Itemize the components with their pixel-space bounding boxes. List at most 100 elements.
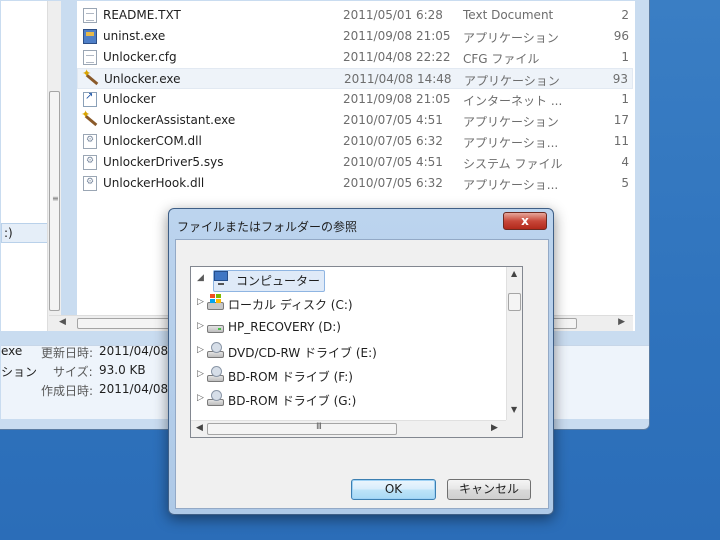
tree-node[interactable]: ▷ DVD/CD-RW ドライブ (E:) [197,341,497,363]
optical-drive-icon [207,342,224,358]
file-row[interactable]: Unlocker.cfg 2011/04/08 22:22 CFG ファイル 1 [77,47,633,68]
scroll-left-arrow-icon[interactable]: ◀ [59,317,66,327]
scroll-corner [506,420,522,437]
file-row[interactable]: uninst.exe 2011/09/08 21:05 アプリケーション 96 [77,26,633,47]
tree-node[interactable]: ▷ BD-ROM ドライブ (F:) [197,365,497,387]
file-type: システム ファイル [463,157,563,171]
file-type: CFG ファイル [463,52,540,66]
file-type: アプリケーショ... [463,178,559,192]
file-size: 5 [621,176,629,190]
size-value: 93.0 KB [99,363,146,377]
file-size: 93 [612,72,628,86]
file-date: 2010/07/05 6:32 [343,176,443,190]
tree-node-label: BD-ROM ドライブ (G:) [228,394,357,408]
shortcut-icon [83,91,97,107]
file-type: Text Document [463,8,554,22]
file-date: 2011/09/08 21:05 [343,92,451,106]
file-name: Unlocker [103,92,156,106]
file-name: Unlocker.exe [104,72,181,86]
created-value: 2011/04/08 [99,382,169,396]
file-row[interactable]: UnlockerHook.dll 2010/07/05 6:32 アプリケーショ..… [77,173,633,194]
tree-node[interactable]: ▷ HP_RECOVERY (D:) [197,317,497,339]
file-row[interactable]: UnlockerAssistant.exe 2010/07/05 4:51 アプリケ… [77,108,633,131]
collapsed-arrow-icon[interactable]: ▷ [197,369,204,379]
file-name: Unlocker.cfg [103,50,177,64]
close-button[interactable]: x [503,212,547,230]
file-name: UnlockerHook.dll [103,176,205,190]
tree-hscrollbar[interactable]: ◀ III ▶ [191,420,522,437]
dll-file-icon [83,176,97,191]
modified-value: 2011/04/08 [99,344,169,358]
file-size: 96 [613,29,629,43]
scroll-grip-icon: ≡ [52,194,59,203]
file-date: 2010/07/05 4:51 [343,155,443,169]
scroll-grip-icon: III [316,422,322,432]
file-size: 17 [613,113,629,127]
file-type: アプリケーション [463,115,559,129]
magic-wand-icon [82,67,98,87]
tree-node-label: HP_RECOVERY (D:) [228,320,341,334]
scroll-up-arrow-icon[interactable]: ▲ [511,269,517,278]
collapsed-arrow-icon[interactable]: ▷ [197,321,204,331]
file-name: UnlockerCOM.dll [103,134,202,148]
nav-scrollbar[interactable]: ≡ ▼ [47,1,61,331]
text-file-icon [83,8,97,23]
file-type: アプリケーション [464,74,560,88]
file-date: 2011/04/08 22:22 [343,50,451,64]
tree-node-label: ローカル ディスク (C:) [228,298,353,312]
windows-drive-icon [207,294,224,310]
collapsed-arrow-icon[interactable]: ▷ [197,393,204,403]
tree-hscroll-thumb[interactable]: III [207,422,397,435]
folder-tree[interactable]: ◢ コンピューター ▷ ローカル ディスク (C:) ▷ HP_RECOVERY (D:)… [190,266,523,438]
file-row[interactable]: UnlockerDriver5.sys 2010/07/05 4:51 システム フ… [77,152,633,173]
collapsed-arrow-icon[interactable]: ▷ [197,297,204,307]
file-row[interactable]: Unlocker 2011/09/08 21:05 インターネット ... 1 [77,89,633,110]
file-size: 11 [613,134,629,148]
config-file-icon [83,50,97,65]
scroll-left-arrow-icon[interactable]: ◀ [196,423,203,433]
magic-wand-icon [81,108,97,128]
file-date: 2011/05/01 6:28 [343,8,443,22]
file-size: 1 [621,92,629,106]
tree-vscroll-thumb[interactable] [508,293,521,311]
tree-node-label: DVD/CD-RW ドライブ (E:) [228,346,377,360]
collapsed-arrow-icon[interactable]: ▷ [197,345,204,355]
tree-node[interactable]: ▷ BD-ROM ドライブ (G:) [197,389,497,411]
modified-label: 更新日時: [41,346,94,360]
dialog-title: ファイルまたはフォルダーの参照 [177,220,358,234]
file-size: 2 [621,8,629,22]
file-date: 2011/09/08 21:05 [343,29,451,43]
details-name: exe [1,344,23,358]
hard-drive-icon [207,325,224,333]
browse-folder-dialog: ファイルまたはフォルダーの参照 x ◢ コンピューター ▷ ローカル ディスク (C:… [168,208,554,515]
tree-node-label: コンピューター [213,270,326,292]
scroll-down-arrow-icon[interactable]: ▼ [511,405,517,414]
file-type: インターネット ... [463,94,563,108]
file-name: UnlockerDriver5.sys [103,155,224,169]
file-name: uninst.exe [103,29,166,43]
file-row[interactable]: Unlocker.exe 2011/04/08 14:48 アプリケーション 93 [77,67,633,89]
tree-node[interactable]: ▷ ローカル ディスク (C:) [197,293,497,315]
tree-node[interactable]: ◢ コンピューター [197,269,497,292]
expanded-arrow-icon[interactable]: ◢ [197,273,204,283]
file-date: 2010/07/05 6:32 [343,134,443,148]
file-type: アプリケーション [463,31,559,45]
dll-file-icon [83,155,97,170]
file-row[interactable]: README.TXT 2011/05/01 6:28 Text Document 2 [77,5,633,26]
created-label: 作成日時: [41,384,94,398]
optical-drive-icon [207,390,224,406]
file-size: 1 [621,50,629,64]
file-type: アプリケーショ... [463,136,559,150]
ok-button[interactable]: OK [351,479,436,500]
tree-node-label: BD-ROM ドライブ (F:) [228,370,353,384]
file-name: README.TXT [103,8,181,22]
scroll-right-arrow-icon[interactable]: ▶ [491,423,498,433]
file-row[interactable]: UnlockerCOM.dll 2010/07/05 6:32 アプリケーショ...… [77,131,633,152]
tree-vscrollbar[interactable]: ▲ ▼ [506,267,522,420]
optical-drive-icon [207,366,224,382]
dll-file-icon [83,134,97,149]
file-date: 2011/04/08 14:48 [344,72,452,86]
scroll-right-arrow-icon[interactable]: ▶ [618,317,625,327]
cancel-button[interactable]: キャンセル [447,479,531,500]
details-type: ション [1,365,38,379]
